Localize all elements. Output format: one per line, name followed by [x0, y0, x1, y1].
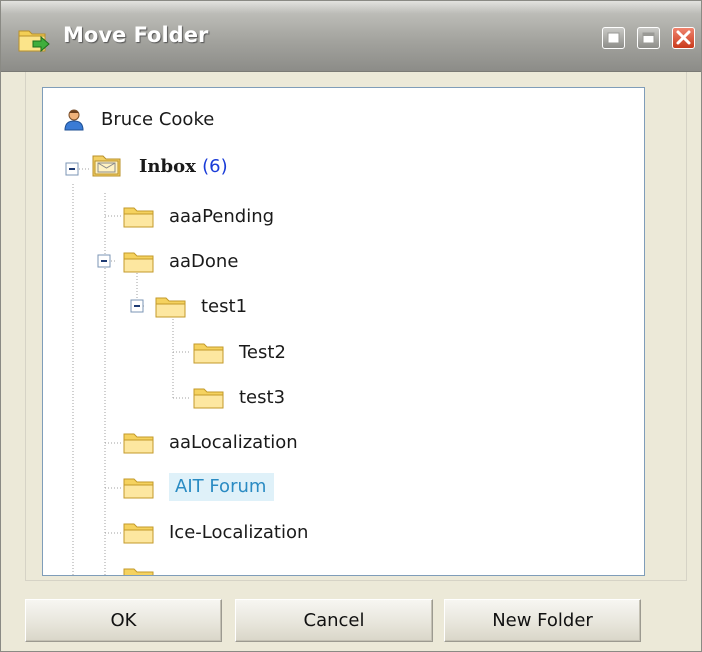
- tree-item-inbox[interactable]: Inbox (6): [139, 156, 228, 177]
- user-icon: [64, 109, 84, 131]
- maximize-icon: [642, 32, 655, 44]
- tree-item-aaapending[interactable]: aaaPending: [169, 206, 274, 227]
- inbox-folder-icon: [92, 155, 121, 177]
- folder-tree[interactable]: Bruce Cooke Inbox (6) aaaPending aaDone: [42, 87, 645, 576]
- cancel-button[interactable]: Cancel: [235, 599, 433, 642]
- close-button[interactable]: [672, 27, 695, 49]
- folder-icon: [123, 523, 154, 544]
- folder-icon: [155, 297, 186, 318]
- title-bar[interactable]: Move Folder: [1, 1, 701, 72]
- tree-root-user[interactable]: Bruce Cooke: [101, 109, 214, 130]
- tree-item-aadone[interactable]: aaDone: [169, 251, 238, 272]
- ok-button[interactable]: OK: [25, 599, 222, 642]
- tree-item-test3[interactable]: test3: [239, 387, 285, 408]
- tree-item-label: Inbox: [139, 156, 196, 177]
- folder-icon: [123, 433, 154, 454]
- tree-item-ice-localization[interactable]: Ice-Localization: [169, 522, 308, 543]
- tree-item-test1[interactable]: test1: [201, 296, 247, 317]
- tree-item-ait-forum[interactable]: AIT Forum: [169, 473, 275, 501]
- unread-count: (6): [202, 156, 228, 177]
- move-folder-dialog: Move Folder Bruce Cooke Inbox (6) aaaPen…: [0, 0, 702, 652]
- maximize-button[interactable]: [637, 27, 660, 49]
- new-folder-button[interactable]: New Folder: [444, 599, 641, 642]
- folder-icon: [193, 388, 224, 409]
- folder-icon: [123, 207, 154, 228]
- window-title: Move Folder: [63, 23, 209, 47]
- folder-icon: [123, 252, 154, 273]
- close-icon: [676, 30, 691, 45]
- minimize-icon: [607, 32, 620, 44]
- folder-icon: [123, 568, 154, 575]
- folder-icon: [123, 478, 154, 499]
- minimize-button[interactable]: [602, 27, 625, 49]
- folder-move-icon: [17, 25, 51, 55]
- tree-item-test2[interactable]: Test2: [239, 342, 286, 363]
- tree-item-aalocalization[interactable]: aaLocalization: [169, 432, 298, 453]
- folder-icon: [193, 343, 224, 364]
- tree-lines: [65, 162, 191, 575]
